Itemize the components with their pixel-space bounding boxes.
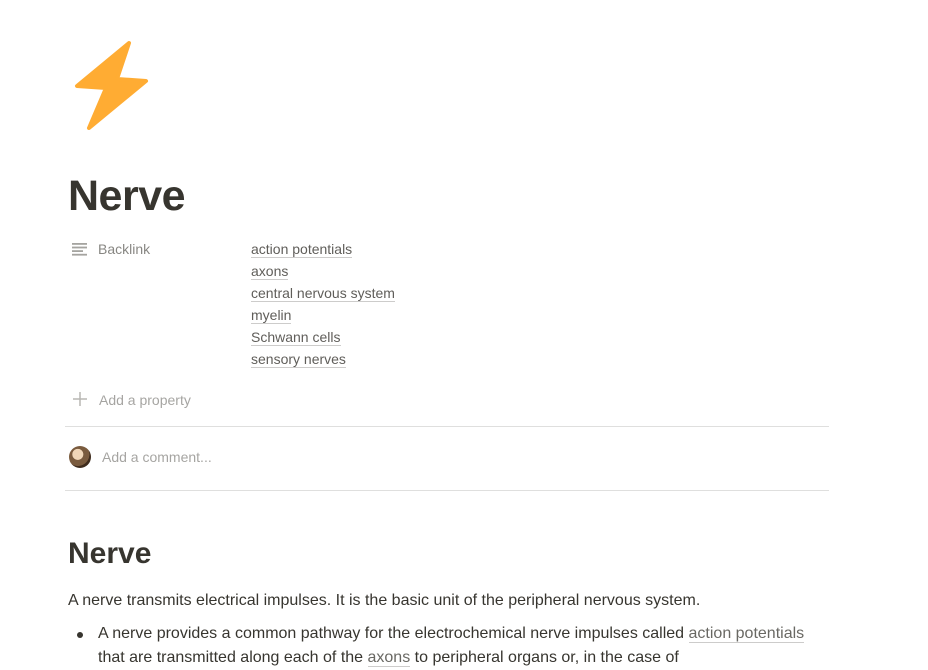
backlink-myelin[interactable]: myelin: [251, 304, 292, 326]
backlink-sensory-nerves[interactable]: sensory nerves: [251, 348, 346, 370]
backlink-schwann-cells[interactable]: Schwann cells: [251, 326, 341, 348]
content-paragraph[interactable]: A nerve transmits electrical impulses. I…: [68, 589, 828, 613]
divider: [65, 490, 829, 491]
backlink-central-nervous-system[interactable]: central nervous system: [251, 282, 395, 304]
add-property-button[interactable]: Add a property: [71, 389, 191, 411]
backlink-axons[interactable]: axons: [251, 260, 289, 282]
lightning-bolt-icon[interactable]: [72, 40, 152, 130]
backlink-action-potentials[interactable]: action potentials: [251, 238, 353, 260]
add-property-label: Add a property: [99, 392, 191, 408]
divider: [65, 426, 829, 427]
backlink-label: Backlink: [98, 241, 151, 257]
inline-link-axons[interactable]: axons: [367, 649, 411, 667]
text-lines-icon: [71, 242, 89, 256]
comment-placeholder: Add a comment...: [102, 449, 212, 465]
content-heading[interactable]: Nerve: [68, 534, 151, 574]
avatar: [69, 446, 91, 468]
backlink-values: action potentials axons central nervous …: [251, 238, 395, 370]
list-item[interactable]: A nerve provides a common pathway for th…: [68, 622, 828, 670]
comment-input[interactable]: Add a comment...: [69, 446, 212, 468]
backlink-property-name[interactable]: Backlink: [71, 238, 150, 260]
bullet-list: A nerve provides a common pathway for th…: [68, 622, 828, 670]
page-title[interactable]: Nerve: [68, 170, 186, 222]
inline-link-action-potentials[interactable]: action potentials: [688, 625, 805, 643]
plus-icon: [71, 390, 89, 411]
